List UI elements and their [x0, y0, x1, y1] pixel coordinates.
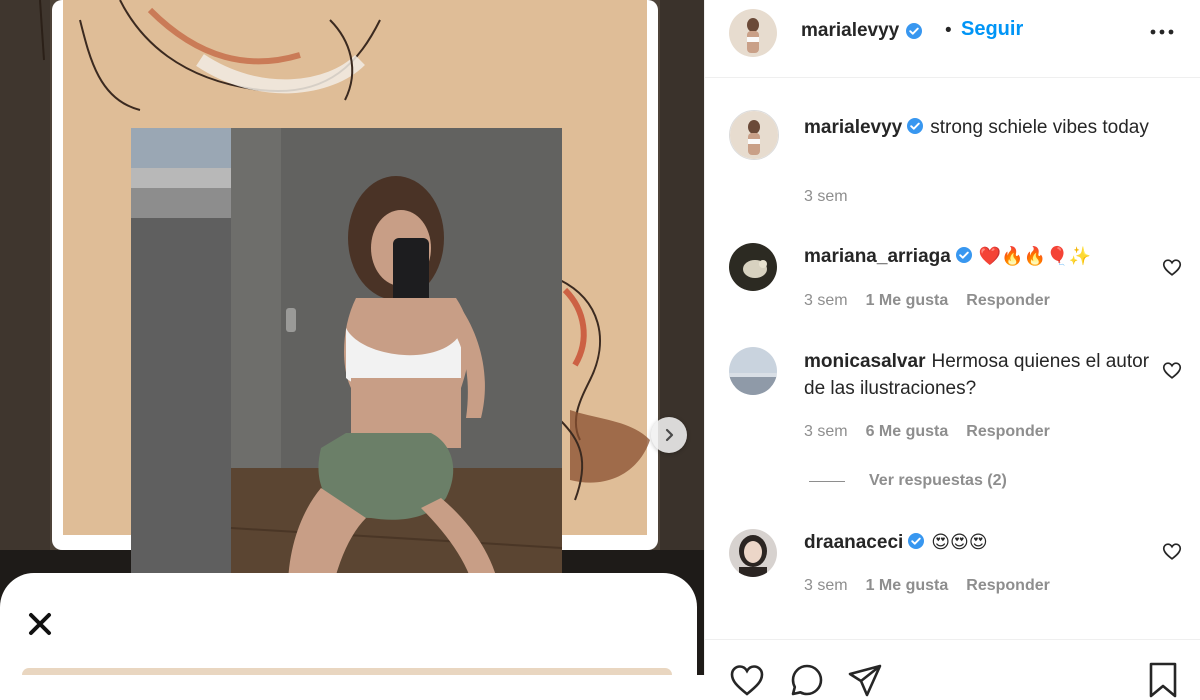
comment-icon[interactable] [787, 660, 827, 700]
caption-meta: 3 sem [804, 188, 848, 206]
bottom-sheet [0, 573, 697, 675]
next-slide-button[interactable] [651, 417, 687, 453]
comment-meta: 3 sem 1 Me gusta Responder [804, 577, 1050, 595]
heart-icon[interactable] [1161, 359, 1183, 381]
comment-time[interactable]: 3 sem [804, 292, 848, 310]
chevron-right-icon [665, 428, 674, 442]
close-icon [29, 613, 51, 635]
post-side-panel: marialevyy • Seguir marialevyy strong sch… [704, 0, 1200, 698]
verified-badge-icon [955, 247, 972, 263]
more-options-button[interactable] [1147, 22, 1177, 42]
comment-username[interactable]: mariana_arriaga [804, 246, 951, 267]
view-replies-label: Ver respuestas (2) [869, 472, 1007, 489]
replies-divider [809, 480, 845, 482]
caption-text: strong schiele vibes today [930, 117, 1149, 138]
avatar[interactable] [729, 9, 777, 57]
view-replies-button[interactable]: Ver respuestas (2) [809, 472, 1007, 490]
comment-time[interactable]: 3 sem [804, 423, 848, 441]
verified-badge-icon [908, 533, 925, 549]
header-username-link[interactable]: marialevyy [801, 20, 923, 42]
heart-icon[interactable] [727, 660, 767, 700]
header-username[interactable]: marialevyy [801, 20, 899, 42]
comment-text-block: mariana_arriaga ❤️🔥🔥🎈✨ [804, 243, 1164, 270]
header-separator: • [945, 20, 952, 41]
sheet-content-bar [22, 668, 672, 675]
heart-icon[interactable] [1161, 256, 1183, 278]
comment-username[interactable]: monicasalvar [804, 351, 925, 372]
comment-text-block: monicasalvar Hermosa quienes el autor de … [804, 348, 1164, 402]
send-icon[interactable] [845, 660, 885, 700]
reply-button[interactable]: Responder [966, 577, 1050, 595]
heart-icon[interactable] [1161, 540, 1183, 562]
bookmark-icon[interactable] [1143, 660, 1183, 700]
follow-button[interactable]: Seguir [961, 18, 1023, 41]
comment-avatar[interactable] [729, 529, 777, 577]
caption-time[interactable]: 3 sem [804, 188, 848, 206]
comment-likes[interactable]: 1 Me gusta [866, 577, 949, 595]
comment-avatar[interactable] [729, 347, 777, 395]
verified-badge-icon [907, 118, 924, 134]
caption-avatar[interactable] [729, 110, 779, 160]
post-media [0, 0, 704, 675]
comment-avatar[interactable] [729, 243, 777, 291]
comment-meta: 3 sem 6 Me gusta Responder [804, 423, 1050, 441]
comment-text: 😍😍😍 [931, 532, 988, 553]
caption-username[interactable]: marialevyy [804, 117, 902, 138]
post-actions-bar [705, 639, 1200, 698]
comment-likes[interactable]: 1 Me gusta [866, 292, 949, 310]
verified-badge-icon [906, 23, 923, 39]
comment-time[interactable]: 3 sem [804, 577, 848, 595]
reply-button[interactable]: Responder [966, 423, 1050, 441]
comment-username[interactable]: draanaceci [804, 532, 903, 553]
comment-meta: 3 sem 1 Me gusta Responder [804, 292, 1050, 310]
caption: marialevyy strong schiele vibes today [804, 114, 1164, 141]
comment-text: ❤️🔥🔥🎈✨ [978, 246, 1091, 267]
comment-likes[interactable]: 6 Me gusta [866, 423, 949, 441]
comment-text-block: draanaceci 😍😍😍 [804, 529, 1164, 556]
reply-button[interactable]: Responder [966, 292, 1050, 310]
more-options-icon [1150, 29, 1174, 35]
close-button[interactable] [22, 606, 58, 642]
post-header: marialevyy • Seguir [705, 0, 1200, 78]
